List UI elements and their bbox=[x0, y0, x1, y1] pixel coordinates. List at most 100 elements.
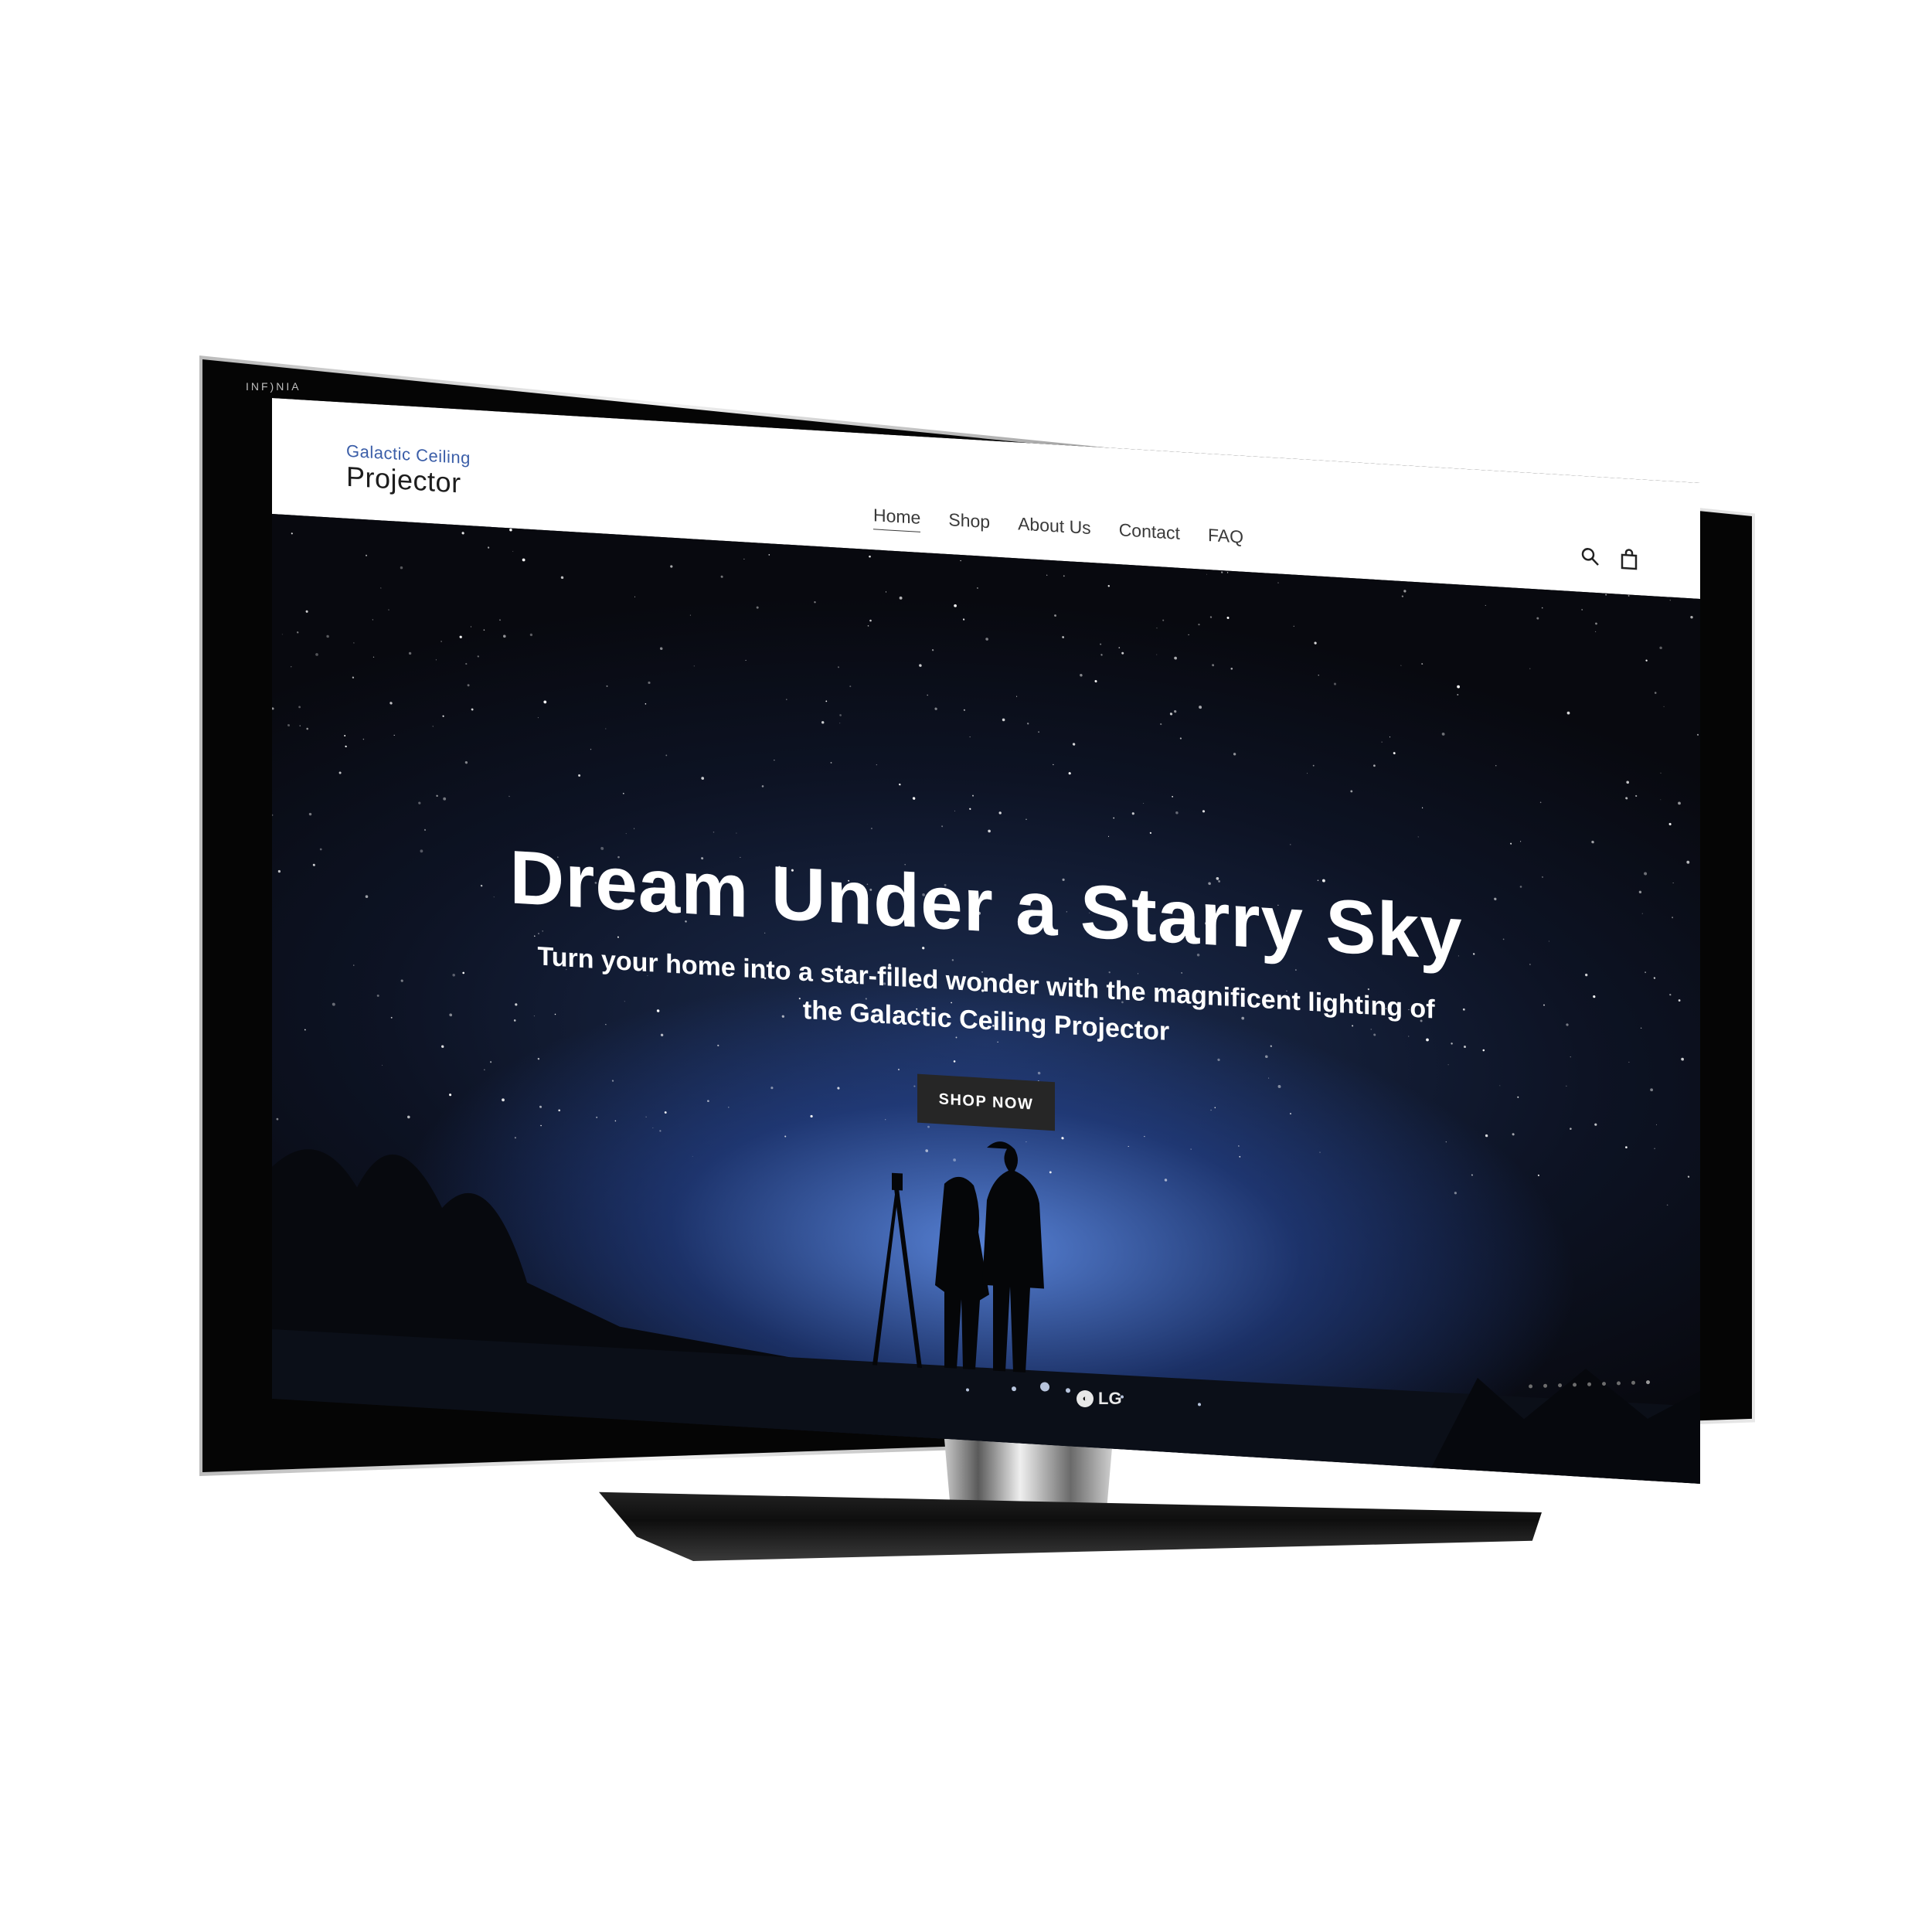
star bbox=[1027, 723, 1029, 725]
star bbox=[338, 771, 342, 774]
star bbox=[315, 653, 318, 656]
star bbox=[972, 794, 974, 797]
tv-brand-logo: ◐ LG bbox=[1077, 1389, 1122, 1409]
control-dot[interactable] bbox=[1616, 1380, 1621, 1386]
nav-home[interactable]: Home bbox=[873, 505, 921, 532]
star bbox=[1080, 674, 1083, 677]
star bbox=[1690, 615, 1693, 619]
star bbox=[1094, 679, 1097, 683]
star bbox=[786, 699, 787, 700]
star bbox=[1696, 733, 1699, 736]
nav-about-us[interactable]: About Us bbox=[1018, 513, 1091, 543]
star bbox=[814, 600, 816, 604]
star bbox=[1212, 664, 1215, 667]
star bbox=[1628, 595, 1630, 597]
star bbox=[1209, 616, 1213, 618]
star bbox=[931, 649, 934, 651]
star bbox=[756, 606, 759, 609]
star bbox=[1625, 797, 1628, 800]
control-dot[interactable] bbox=[1631, 1380, 1636, 1385]
star bbox=[345, 745, 347, 748]
control-dot[interactable] bbox=[1572, 1382, 1577, 1386]
star bbox=[1062, 636, 1064, 638]
star bbox=[353, 642, 355, 644]
star bbox=[927, 694, 928, 696]
star bbox=[1199, 706, 1202, 709]
star bbox=[1174, 709, 1177, 713]
star bbox=[287, 723, 291, 726]
star bbox=[305, 610, 308, 613]
star bbox=[522, 558, 526, 562]
star bbox=[869, 555, 871, 558]
star bbox=[1542, 876, 1543, 878]
star bbox=[969, 736, 971, 738]
control-dot[interactable] bbox=[1528, 1383, 1533, 1388]
star bbox=[380, 587, 382, 589]
star bbox=[743, 558, 745, 560]
star bbox=[1314, 641, 1317, 645]
star bbox=[876, 764, 877, 766]
star bbox=[418, 801, 421, 804]
star bbox=[1226, 617, 1230, 619]
star bbox=[985, 638, 988, 641]
nav-contact[interactable]: Contact bbox=[1119, 519, 1180, 548]
shop-now-button[interactable]: SHOP NOW bbox=[917, 1073, 1056, 1131]
star bbox=[1519, 886, 1522, 888]
star bbox=[1686, 860, 1690, 864]
star bbox=[1605, 594, 1607, 596]
star bbox=[1536, 617, 1539, 620]
star bbox=[1350, 790, 1353, 793]
star bbox=[1660, 799, 1662, 801]
star bbox=[1149, 832, 1152, 834]
cart-icon[interactable] bbox=[1617, 546, 1641, 573]
nav-shop[interactable]: Shop bbox=[948, 509, 990, 536]
star bbox=[720, 575, 723, 578]
star bbox=[1068, 772, 1071, 775]
star bbox=[689, 614, 691, 616]
search-icon[interactable] bbox=[1578, 544, 1603, 570]
star bbox=[899, 783, 901, 786]
star bbox=[1645, 659, 1648, 662]
star bbox=[1373, 764, 1376, 767]
nav-faq[interactable]: FAQ bbox=[1208, 525, 1243, 552]
logo-line2: Projector bbox=[346, 460, 461, 499]
star bbox=[1107, 835, 1110, 837]
star bbox=[1054, 614, 1056, 617]
star bbox=[436, 794, 438, 798]
star bbox=[1289, 843, 1291, 845]
star bbox=[1403, 590, 1406, 593]
star bbox=[1107, 584, 1111, 587]
star bbox=[1179, 737, 1182, 740]
power-button[interactable] bbox=[1645, 1379, 1651, 1384]
control-dot[interactable] bbox=[1557, 1383, 1563, 1387]
star bbox=[299, 725, 301, 726]
star bbox=[291, 532, 293, 535]
control-dot[interactable] bbox=[1543, 1383, 1548, 1388]
lg-circle-icon: ◐ bbox=[1077, 1390, 1094, 1407]
star bbox=[1162, 619, 1165, 621]
star bbox=[963, 709, 965, 711]
control-dot[interactable] bbox=[1601, 1381, 1607, 1386]
star bbox=[1172, 795, 1173, 798]
star bbox=[1307, 773, 1308, 774]
star bbox=[1678, 801, 1681, 805]
star bbox=[1541, 607, 1543, 609]
star bbox=[1510, 842, 1512, 845]
star bbox=[988, 829, 991, 833]
star bbox=[1202, 810, 1206, 813]
tv-brand-text: LG bbox=[1098, 1389, 1122, 1408]
star bbox=[693, 665, 695, 667]
star bbox=[1175, 811, 1179, 815]
star bbox=[1206, 573, 1207, 575]
control-dot[interactable] bbox=[1587, 1382, 1592, 1386]
star bbox=[1595, 622, 1597, 625]
star bbox=[899, 596, 903, 600]
site-logo[interactable]: Galactic Ceiling Projector bbox=[346, 441, 471, 499]
star bbox=[645, 702, 647, 705]
star bbox=[839, 714, 842, 716]
star bbox=[869, 619, 872, 622]
star bbox=[870, 828, 872, 830]
star bbox=[362, 738, 365, 740]
star bbox=[1131, 812, 1134, 815]
star bbox=[825, 700, 828, 702]
